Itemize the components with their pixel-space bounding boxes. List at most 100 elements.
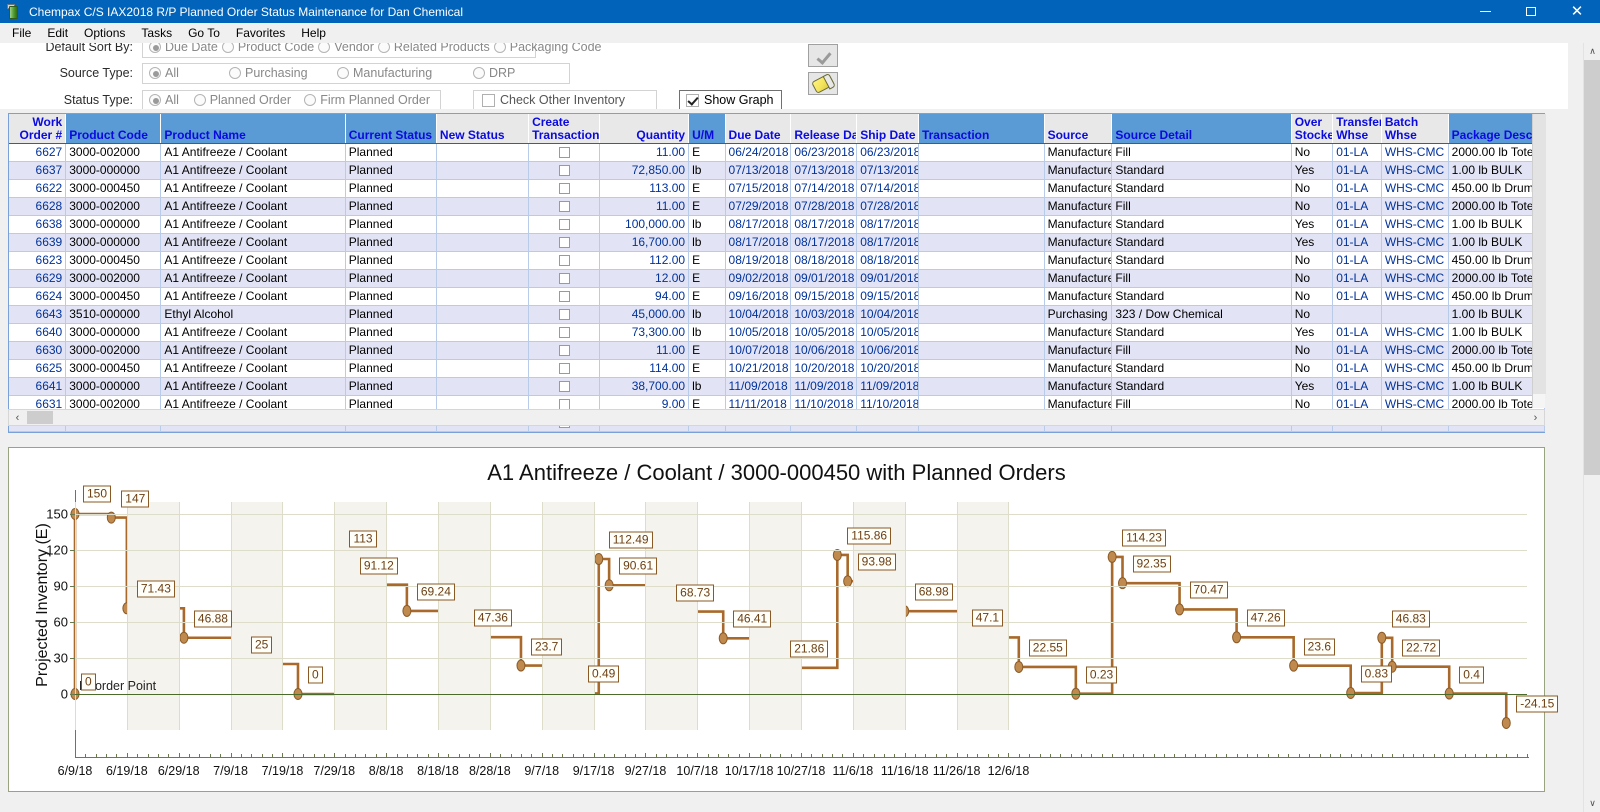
create-transaction-checkbox[interactable] (558, 200, 570, 212)
cell-create_transaction[interactable] (528, 269, 600, 288)
cell-product_code[interactable]: 3000-000000 (65, 233, 162, 252)
cell-source_detail[interactable]: Standard (1111, 233, 1292, 252)
grid-header-source_detail[interactable]: Source Detail (1111, 114, 1292, 144)
cell-current_status[interactable]: Planned (345, 287, 437, 306)
cell-ship_date[interactable]: 07/28/2018 (856, 197, 919, 216)
cell-work_order[interactable]: 6638 (9, 215, 67, 234)
cell-source_detail[interactable]: Fill (1111, 269, 1292, 288)
cell-create_transaction[interactable] (528, 233, 600, 252)
cell-create_transaction[interactable] (528, 161, 600, 180)
cell-current_status[interactable]: Planned (345, 323, 437, 342)
grid-hscroll-thumb[interactable] (27, 411, 53, 424)
cell-create_transaction[interactable] (528, 215, 600, 234)
cell-transaction[interactable] (918, 359, 1045, 378)
cell-quantity[interactable]: 72,850.00 (599, 161, 690, 180)
grid-header-transaction[interactable]: Transaction (918, 114, 1045, 144)
cell-source[interactable]: Manufacture (1044, 197, 1113, 216)
cell-quantity[interactable]: 11.00 (599, 143, 690, 162)
cell-release_date[interactable]: 11/09/2018 (790, 377, 858, 396)
cell-um[interactable]: E (688, 269, 726, 288)
cell-batch_whse[interactable]: WHS-CMC (1381, 233, 1449, 252)
cell-ship_date[interactable]: 10/06/2018 (856, 341, 919, 360)
cell-source_detail[interactable]: 323 / Dow Chemical (1111, 305, 1292, 324)
cell-source_detail[interactable]: Fill (1111, 143, 1292, 162)
scroll-up-arrow-icon[interactable]: ∧ (1584, 43, 1600, 60)
cell-batch_whse[interactable]: WHS-CMC (1381, 287, 1449, 306)
grid-header-work_order[interactable]: Work Order # (9, 114, 67, 144)
cell-new_status[interactable] (436, 179, 530, 198)
grid-header-quantity[interactable]: Quantity (599, 114, 690, 144)
cell-work_order[interactable]: 6627 (9, 143, 67, 162)
cell-source[interactable]: Manufacture (1044, 323, 1113, 342)
cell-release_date[interactable]: 09/15/2018 (790, 287, 858, 306)
scroll-down-arrow-icon[interactable]: ∨ (1584, 795, 1600, 812)
cell-over_stocked[interactable]: Yes (1291, 161, 1334, 180)
table-row[interactable]: 6629 3000-002000 A1 Antifreeze / Coolant Pl… (9, 269, 1546, 288)
radio-source-drp[interactable]: DRP (473, 66, 515, 80)
grid-header-over_stocked[interactable]: OverStocked (1291, 114, 1334, 144)
cell-new_status[interactable] (436, 269, 530, 288)
cell-current_status[interactable]: Planned (345, 341, 437, 360)
cell-transaction[interactable] (918, 215, 1045, 234)
create-transaction-checkbox[interactable] (558, 344, 570, 356)
cell-um[interactable]: E (688, 251, 726, 270)
create-transaction-checkbox[interactable] (558, 254, 570, 266)
cell-um[interactable]: E (688, 359, 726, 378)
cell-ship_date[interactable]: 10/20/2018 (856, 359, 919, 378)
cell-new_status[interactable] (436, 233, 530, 252)
cell-quantity[interactable]: 100,000.00 (599, 215, 690, 234)
cell-due_date[interactable]: 10/04/2018 (725, 305, 792, 324)
cell-source[interactable]: Manufacture (1044, 215, 1113, 234)
radio-sort-related-products[interactable]: Related Products (377, 43, 490, 54)
cell-source[interactable]: Manufacture (1044, 341, 1113, 360)
cell-transaction[interactable] (918, 323, 1045, 342)
cell-release_date[interactable]: 10/06/2018 (790, 341, 858, 360)
create-transaction-checkbox[interactable] (558, 218, 570, 230)
create-transaction-checkbox[interactable] (558, 326, 570, 338)
cell-due_date[interactable]: 07/15/2018 (725, 179, 792, 198)
cell-work_order[interactable]: 6643 (9, 305, 67, 324)
cell-transaction[interactable] (918, 143, 1045, 162)
cell-source[interactable]: Manufacture (1044, 269, 1113, 288)
radio-sort-vendor[interactable]: Vendor (318, 43, 374, 54)
cell-package_desc[interactable]: 450.00 lb Drum (1448, 251, 1546, 270)
check-other-inventory-checkbox[interactable]: Check Other Inventory (473, 89, 657, 109)
create-transaction-checkbox[interactable] (558, 164, 570, 176)
cell-source[interactable]: Manufacture (1044, 143, 1113, 162)
cell-batch_whse[interactable]: WHS-CMC (1381, 143, 1449, 162)
cell-source[interactable]: Manufacture (1044, 377, 1113, 396)
cell-release_date[interactable]: 09/01/2018 (790, 269, 858, 288)
cell-product_code[interactable]: 3510-000000 (65, 305, 162, 324)
cell-ship_date[interactable]: 08/18/2018 (856, 251, 919, 270)
menu-file[interactable]: File (4, 24, 39, 42)
cell-product_code[interactable]: 3000-000000 (65, 161, 162, 180)
cell-product_code[interactable]: 3000-000000 (65, 323, 162, 342)
cell-create_transaction[interactable] (528, 251, 600, 270)
cell-product_code[interactable]: 3000-000450 (65, 359, 162, 378)
radio-source-manufacturing[interactable]: Manufacturing (337, 66, 469, 80)
cell-product_code[interactable]: 3000-002000 (65, 269, 162, 288)
cell-source_detail[interactable]: Standard (1111, 251, 1292, 270)
cell-current_status[interactable]: Planned (345, 179, 437, 198)
cell-work_order[interactable]: 6623 (9, 251, 67, 270)
cell-source_detail[interactable]: Standard (1111, 215, 1292, 234)
table-row[interactable]: 6638 3000-000000 A1 Antifreeze / Coolant Pl… (9, 215, 1546, 234)
cell-transfer_whse[interactable] (1332, 305, 1382, 324)
cell-create_transaction[interactable] (528, 143, 600, 162)
cell-source_detail[interactable]: Fill (1111, 341, 1292, 360)
cell-batch_whse[interactable]: WHS-CMC (1381, 323, 1449, 342)
menu-goto[interactable]: Go To (180, 24, 228, 42)
cell-quantity[interactable]: 38,700.00 (599, 377, 690, 396)
cell-release_date[interactable]: 06/23/2018 (790, 143, 858, 162)
cell-transfer_whse[interactable]: 01-LA (1332, 359, 1382, 378)
cell-package_desc[interactable]: 1.00 lb BULK (1448, 161, 1546, 180)
cell-create_transaction[interactable] (528, 341, 600, 360)
cell-package_desc[interactable]: 2000.00 lb Tote (1448, 143, 1546, 162)
cell-over_stocked[interactable]: Yes (1291, 323, 1334, 342)
cell-source_detail[interactable]: Standard (1111, 359, 1292, 378)
cell-due_date[interactable]: 10/05/2018 (725, 323, 792, 342)
cell-um[interactable]: lb (688, 215, 726, 234)
cell-product_name[interactable]: A1 Antifreeze / Coolant (160, 143, 346, 162)
cell-work_order[interactable]: 6625 (9, 359, 67, 378)
cell-over_stocked[interactable]: No (1291, 197, 1334, 216)
